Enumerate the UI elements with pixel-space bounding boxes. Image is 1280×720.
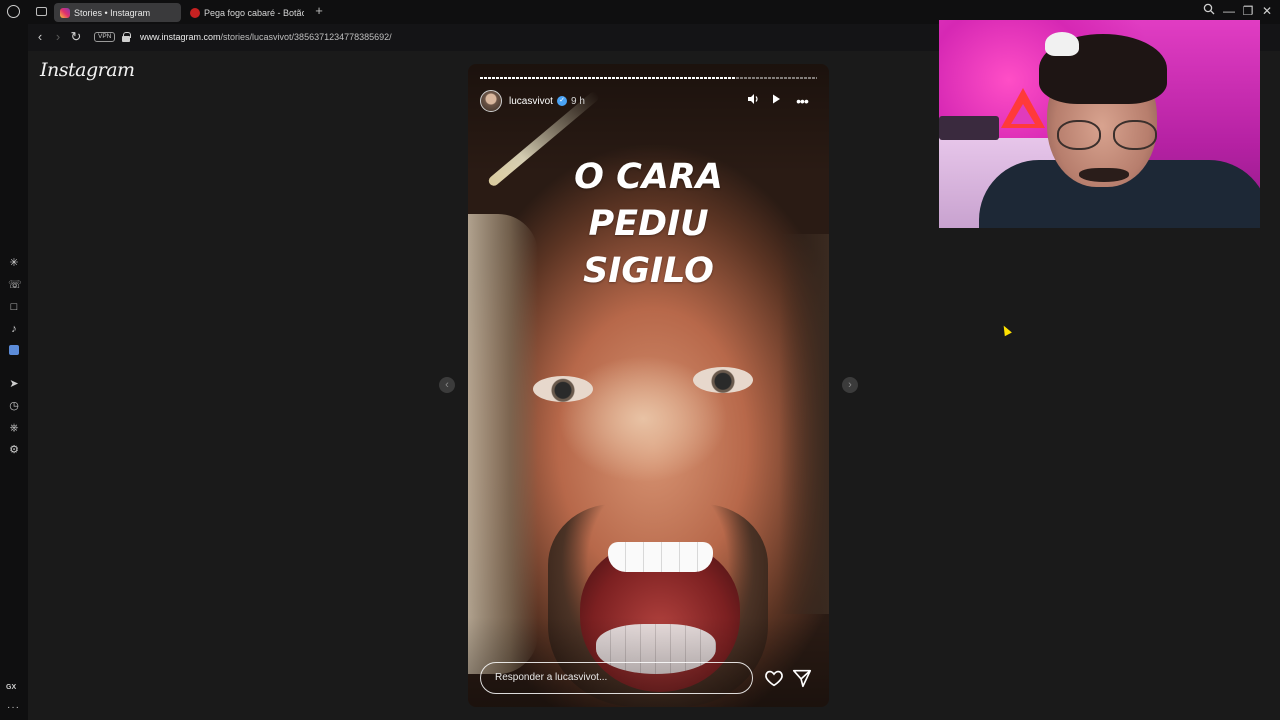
progress-fill — [480, 77, 737, 79]
more-icon[interactable]: ••• — [793, 92, 811, 110]
url-domain: www.instagram.com — [140, 32, 221, 42]
url-field[interactable]: www.instagram.com/stories/lucasvivot/385… — [140, 32, 392, 42]
reload-icon[interactable]: ↻ — [68, 29, 84, 45]
avatar[interactable] — [480, 90, 502, 112]
instagram-icon — [60, 7, 70, 18]
webcam-detail — [1045, 32, 1079, 56]
story-text-line: PEDIU — [588, 204, 709, 244]
url-path: /stories/lucasvivot/3856371234778385692/ — [220, 32, 392, 42]
previous-story-icon[interactable]: ‹ — [439, 377, 455, 393]
restore-icon[interactable]: ❐ — [1240, 3, 1256, 19]
browser-sidebar: ✳ ☏ □ ♪ ➤ ◷ ⎈ ⚙ GX ··· — [0, 24, 28, 720]
story-text-overlay: O CARA PEDIU SIGILO — [468, 154, 829, 295]
send-sidebar-icon[interactable]: ➤ — [8, 378, 20, 390]
webcam-detail — [939, 116, 999, 140]
opera-logo-icon[interactable] — [7, 5, 20, 18]
screen: Stories • Instagram Pega fogo cabaré - B… — [0, 0, 1280, 720]
reply-input[interactable]: Responder a lucasvivot... — [480, 662, 753, 694]
forward-icon[interactable]: › — [50, 29, 66, 45]
more-sidebar-icon[interactable]: ··· — [7, 702, 20, 713]
settings-gear-icon[interactable]: ⚙ — [8, 444, 20, 456]
heart-icon[interactable] — [763, 667, 785, 689]
tiktok-icon[interactable]: ♪ — [8, 323, 20, 335]
story-progress-bar — [480, 77, 817, 79]
story-time: 9 h — [571, 96, 585, 107]
story-image-teeth — [608, 542, 713, 572]
aria-ai-icon[interactable]: ✳ — [8, 257, 20, 269]
send-icon[interactable] — [791, 667, 813, 689]
history-icon[interactable]: ◷ — [8, 400, 20, 412]
play-icon[interactable] — [767, 92, 785, 110]
vpn-badge[interactable]: VPN — [94, 32, 116, 42]
minimize-icon[interactable]: — — [1221, 3, 1237, 19]
story-image-eye — [693, 367, 753, 393]
search-icon[interactable] — [1201, 3, 1217, 19]
tab-title: Stories • Instagram — [74, 7, 151, 18]
webcam-person — [1079, 168, 1129, 182]
webcam-overlay — [939, 20, 1260, 228]
new-tab-plus-icon[interactable]: + — [312, 4, 326, 18]
instagram-sidebar-icon[interactable]: □ — [8, 301, 20, 313]
story-text-line: SIGILO — [583, 251, 714, 291]
back-icon[interactable]: ‹ — [32, 29, 48, 45]
verified-badge-icon: ✓ — [557, 96, 567, 106]
lock-icon[interactable] — [122, 32, 131, 42]
story-viewer[interactable]: lucasvivot ✓ 9 h ••• O CARA PEDIU SIGILO… — [468, 64, 829, 707]
extensions-icon[interactable]: ⎈ — [8, 422, 20, 434]
story-username[interactable]: lucasvivot — [509, 96, 553, 107]
tab-title: Pega fogo cabaré - Botão — [204, 7, 304, 18]
tab-overview-icon[interactable] — [36, 7, 47, 16]
whatsapp-icon[interactable]: ☏ — [8, 279, 22, 291]
tab-stories-instagram[interactable]: Stories • Instagram — [54, 3, 181, 22]
tab-pega-fogo[interactable]: Pega fogo cabaré - Botão — [184, 3, 304, 22]
youtube-icon — [190, 7, 200, 18]
story-image-eye — [533, 376, 593, 402]
webcam-detail — [1011, 104, 1035, 124]
speaker-icon[interactable] — [744, 92, 762, 110]
next-story-icon[interactable]: › — [842, 377, 858, 393]
close-icon[interactable]: ✕ — [1259, 3, 1275, 19]
app-icon[interactable] — [9, 345, 19, 355]
story-text-line: O CARA — [574, 157, 723, 197]
instagram-logo[interactable]: Instagram — [40, 59, 135, 81]
gx-label[interactable]: GX — [6, 684, 16, 691]
webcam-person — [1057, 120, 1157, 150]
